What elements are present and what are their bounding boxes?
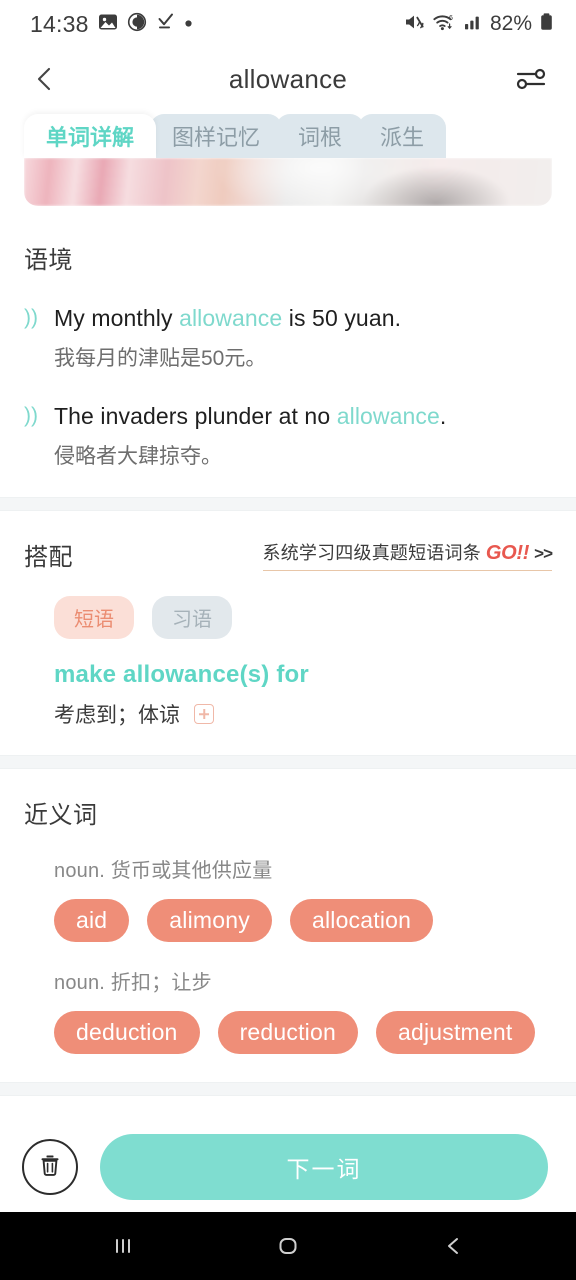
action-bar: 下一词 — [0, 1122, 576, 1212]
promo-go-label: GO!! — [485, 542, 530, 564]
svg-text:6: 6 — [449, 15, 453, 22]
mute-icon — [404, 12, 426, 37]
context-section: 语境 )) My monthly allowance is 50 yuan. 我… — [0, 206, 576, 497]
synonym-chip[interactable]: deduction — [54, 1011, 200, 1054]
tab-word-detail[interactable]: 单词详解 — [24, 114, 157, 158]
sentence-text-after: . — [439, 403, 447, 429]
sentence-text-before: My monthly — [54, 305, 180, 331]
speaker-icon[interactable]: )) — [24, 401, 54, 471]
word-meta-section: COCA排名 7159 四级考频 高中 / 四级 / 六级 / 考研 / 专升本… — [0, 1096, 576, 1122]
collocation-tag-idiom[interactable]: 习语 — [152, 596, 232, 639]
sentence-body: My monthly allowance is 50 yuan. 我每月的津贴是… — [54, 303, 552, 373]
sentence-english: The invaders plunder at no allowance. — [54, 401, 552, 431]
synonym-pos-label: noun. 折扣；让步 — [54, 972, 212, 994]
section-divider — [0, 1082, 576, 1096]
android-navigation-bar — [0, 1212, 576, 1280]
synonym-group: noun. 货币或其他供应量 aid alimony allocation no… — [24, 854, 552, 1054]
tab-word-root[interactable]: 词根 — [276, 114, 365, 158]
synonym-pos-label: noun. 货币或其他供应量 — [54, 860, 273, 882]
speaker-icon[interactable]: )) — [24, 303, 54, 373]
collocation-section-title: 搭配 — [24, 537, 73, 574]
download-complete-icon — [156, 12, 175, 36]
sentence-chinese: 侵略者大肆掠夺。 — [54, 445, 222, 468]
app-header: allowance — [0, 48, 576, 110]
section-divider — [0, 755, 576, 769]
battery-icon — [539, 12, 554, 37]
app-screen: 14:38 6 82% allowance 单词详解 图样记忆 词根 派生 语境… — [0, 0, 576, 1280]
tab-derivatives[interactable]: 派生 — [358, 114, 447, 158]
section-divider — [0, 497, 576, 511]
tab-image-memory[interactable]: 图样记忆 — [150, 114, 283, 158]
cellular-signal-icon — [463, 12, 483, 37]
back-chevron-icon[interactable] — [30, 64, 60, 94]
battery-percent-label: 82% — [489, 12, 532, 35]
home-icon[interactable] — [253, 1221, 323, 1271]
word-illustration-image — [24, 158, 552, 206]
promo-arrow-icon: >> — [534, 544, 553, 563]
next-word-button[interactable]: 下一词 — [100, 1134, 548, 1200]
synonym-chip[interactable]: adjustment — [375, 1011, 535, 1054]
recents-icon[interactable] — [88, 1221, 158, 1271]
sentence-keyword: allowance — [179, 305, 283, 331]
collocation-type-tabs: 短语 习语 — [24, 596, 552, 639]
synonym-chip[interactable]: aid — [54, 899, 130, 942]
collocation-entry-chinese: 考虑到；体谅 — [54, 704, 180, 727]
trash-icon — [36, 1151, 64, 1184]
collocation-section: 搭配 系统学习四级真题短语词条 GO!! >> 短语 习语 make allow… — [0, 511, 576, 755]
tab-bar: 单词详解 图样记忆 词根 派生 — [0, 110, 576, 158]
synonym-chip[interactable]: reduction — [217, 1011, 358, 1054]
dot-icon — [184, 15, 193, 33]
sentence-english: My monthly allowance is 50 yuan. — [54, 303, 552, 333]
status-bar-left: 14:38 — [30, 11, 193, 38]
synonyms-section: 近义词 noun. 货币或其他供应量 aid alimony allocatio… — [0, 769, 576, 1082]
synonyms-section-title: 近义词 — [24, 795, 98, 832]
collocation-tag-phrase[interactable]: 短语 — [54, 596, 134, 639]
word-illustration — [24, 158, 552, 206]
sentence-keyword: allowance — [336, 403, 440, 429]
sentence-chinese: 我每月的津贴是50元。 — [54, 347, 267, 370]
back-icon[interactable] — [418, 1221, 488, 1271]
screen-record-icon — [127, 12, 147, 37]
gallery-icon — [98, 12, 118, 37]
promo-text: 系统学习四级真题短语词条 — [262, 543, 481, 563]
sentence-body: The invaders plunder at no allowance. 侵略… — [54, 401, 552, 471]
delete-word-button[interactable] — [22, 1139, 78, 1195]
promo-banner[interactable]: 系统学习四级真题短语词条 GO!! >> — [262, 539, 553, 571]
example-sentence: )) My monthly allowance is 50 yuan. 我每月的… — [24, 303, 552, 373]
collocation-header-row: 搭配 系统学习四级真题短语词条 GO!! >> — [24, 537, 553, 574]
synonym-chip[interactable]: alimony — [147, 899, 272, 942]
synonym-chip-row: aid alimony allocation — [54, 899, 552, 942]
status-time: 14:38 — [30, 10, 89, 37]
page-title: allowance — [228, 63, 348, 94]
wifi-icon: 6 — [433, 12, 456, 37]
collocation-entry-english[interactable]: make allowance(s) for — [24, 661, 552, 689]
example-sentence: )) The invaders plunder at no allowance.… — [24, 401, 552, 471]
scroll-content[interactable]: 语境 )) My monthly allowance is 50 yuan. 我… — [0, 158, 576, 1122]
status-bar: 14:38 6 82% — [0, 0, 576, 48]
sliders-icon[interactable] — [514, 62, 548, 96]
collocation-entry-row: 考虑到；体谅 — [24, 699, 552, 729]
synonym-chip[interactable]: allocation — [289, 899, 434, 942]
sentence-text-after: is 50 yuan. — [282, 305, 402, 331]
status-bar-right: 6 82% — [404, 12, 554, 37]
sentence-text-before: The invaders plunder at no — [54, 403, 337, 429]
context-section-title: 语境 — [24, 240, 73, 277]
plus-box-icon[interactable] — [194, 704, 214, 724]
synonym-chip-row: deduction reduction adjustment — [54, 1011, 552, 1054]
